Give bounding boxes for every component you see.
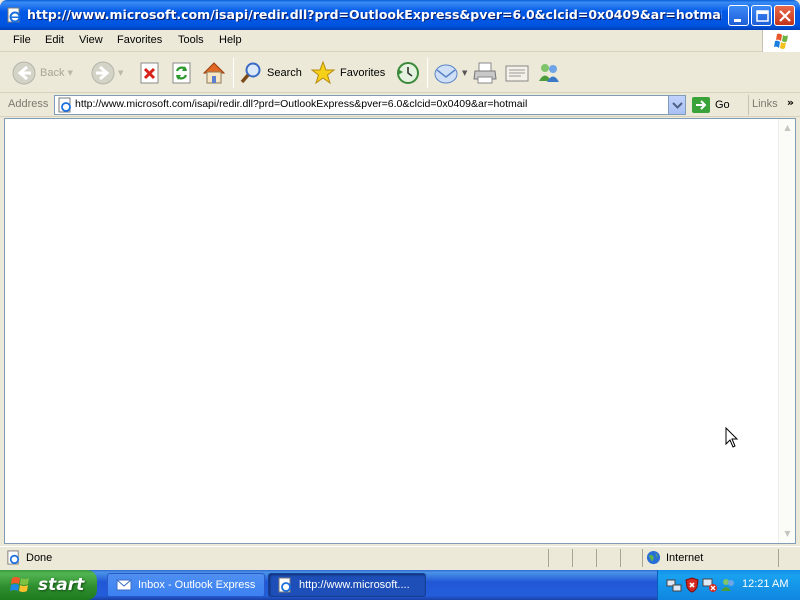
taskbar: start Inbox - Outlook Express http://www… [0, 570, 800, 600]
page-content[interactable]: ▲ ▼ [4, 118, 796, 544]
maximize-button[interactable] [751, 5, 772, 26]
security-zone-label: Internet [666, 551, 704, 564]
scroll-up-icon[interactable]: ▲ [780, 120, 795, 136]
search-icon [240, 62, 261, 84]
status-pane-divider [642, 549, 643, 567]
stop-icon [140, 62, 159, 84]
chevron-right-icon[interactable]: » [787, 96, 794, 109]
go-label: Go [715, 99, 730, 111]
refresh-button[interactable] [171, 57, 193, 89]
status-pane-divider [572, 549, 573, 567]
toolbar-separator [233, 58, 234, 88]
start-label: start [38, 575, 85, 595]
mouse-cursor-icon [725, 427, 739, 448]
back-label: Back [40, 67, 65, 79]
page-done-icon [7, 550, 20, 565]
edit-button[interactable] [503, 57, 531, 89]
mail-dropdown-icon[interactable]: ▼ [462, 69, 467, 77]
status-pane-divider [596, 549, 597, 567]
windows-flag-icon [774, 33, 788, 49]
menu-bar: File Edit View Favorites Tools Help [0, 30, 800, 52]
close-icon [779, 10, 791, 22]
forward-dropdown-icon[interactable]: ▼ [118, 69, 123, 77]
back-dropdown-icon[interactable]: ▼ [67, 69, 72, 77]
title-bar[interactable]: http://www.microsoft.com/isapi/redir.dll… [0, 0, 800, 30]
taskbar-item-label: http://www.microsoft.... [299, 579, 410, 591]
address-label: Address [8, 98, 49, 110]
address-dropdown-button[interactable] [668, 96, 685, 114]
menu-file[interactable]: File [13, 34, 31, 46]
search-label: Search [267, 67, 302, 79]
home-icon [202, 62, 226, 84]
security-zone[interactable]: Internet [646, 550, 703, 565]
back-arrow-icon [12, 61, 36, 85]
scroll-down-icon[interactable]: ▼ [780, 526, 795, 542]
status-bar: Done Internet [0, 546, 800, 568]
refresh-icon [172, 62, 191, 84]
standard-toolbar: Back ▼ ▼ Search Favorites ▼ [0, 53, 800, 93]
messenger-button[interactable] [536, 57, 562, 89]
status-message: Done [6, 550, 52, 565]
print-button[interactable] [472, 57, 498, 89]
windows-logo [762, 30, 800, 52]
maximize-icon [756, 10, 769, 22]
history-icon [397, 62, 419, 84]
system-tray: 12:21 AM [657, 570, 800, 600]
messenger-buddies-icon [539, 64, 559, 82]
network-connection-icon[interactable] [666, 577, 682, 593]
menu-view[interactable]: View [79, 34, 103, 46]
forward-button[interactable]: ▼ [91, 57, 123, 89]
ie-page-icon [278, 577, 291, 593]
outlook-express-icon [116, 579, 132, 591]
mail-button[interactable]: ▼ [433, 57, 467, 89]
taskbar-item-outlook-express[interactable]: Inbox - Outlook Express [107, 573, 265, 597]
go-arrow-icon [692, 97, 710, 113]
toolbar-separator [427, 58, 428, 88]
menu-favorites[interactable]: Favorites [117, 34, 162, 46]
status-text: Done [26, 551, 53, 564]
home-button[interactable] [201, 57, 227, 89]
internet-globe-icon [646, 550, 661, 565]
address-bar: Address Go Links » [0, 94, 800, 117]
menu-edit[interactable]: Edit [45, 34, 64, 46]
network-alert-icon[interactable] [702, 577, 718, 593]
links-toolbar[interactable]: Links » [748, 95, 800, 115]
status-pane-divider [778, 549, 779, 567]
go-button[interactable]: Go [692, 96, 730, 114]
taskbar-item-internet-explorer[interactable]: http://www.microsoft.... [268, 573, 426, 597]
window-title: http://www.microsoft.com/isapi/redir.dll… [27, 7, 722, 22]
browser-window: http://www.microsoft.com/isapi/redir.dll… [0, 0, 800, 570]
messenger-tray-icon[interactable] [720, 577, 736, 593]
edit-document-icon [505, 65, 529, 82]
address-field[interactable] [54, 95, 686, 115]
system-clock[interactable]: 12:21 AM [742, 578, 788, 590]
status-pane-divider [548, 549, 549, 567]
minimize-icon [734, 19, 741, 22]
close-button[interactable] [774, 5, 795, 26]
back-button[interactable]: Back ▼ [12, 57, 73, 89]
forward-arrow-icon [91, 61, 115, 85]
search-button[interactable]: Search [239, 57, 302, 89]
ie-page-icon [7, 7, 21, 23]
windows-flag-icon [10, 577, 29, 592]
page-favicon-icon [58, 97, 71, 113]
taskbar-item-label: Inbox - Outlook Express [138, 579, 256, 591]
stop-button[interactable] [139, 57, 161, 89]
vertical-scrollbar[interactable]: ▲ ▼ [778, 119, 795, 543]
menu-tools[interactable]: Tools [178, 34, 204, 46]
chevron-down-icon [672, 102, 683, 109]
security-shield-icon[interactable] [684, 577, 700, 593]
favorites-star-icon [310, 60, 336, 85]
favorites-button[interactable]: Favorites [310, 57, 385, 89]
mail-icon [434, 64, 458, 84]
menu-help[interactable]: Help [219, 34, 242, 46]
start-button[interactable]: start [0, 570, 97, 600]
history-button[interactable] [395, 57, 421, 89]
minimize-button[interactable] [728, 5, 749, 26]
address-input[interactable] [75, 98, 665, 110]
links-label: Links [752, 98, 778, 110]
status-pane-divider [620, 549, 621, 567]
printer-icon [473, 62, 497, 84]
favorites-label: Favorites [340, 67, 386, 79]
